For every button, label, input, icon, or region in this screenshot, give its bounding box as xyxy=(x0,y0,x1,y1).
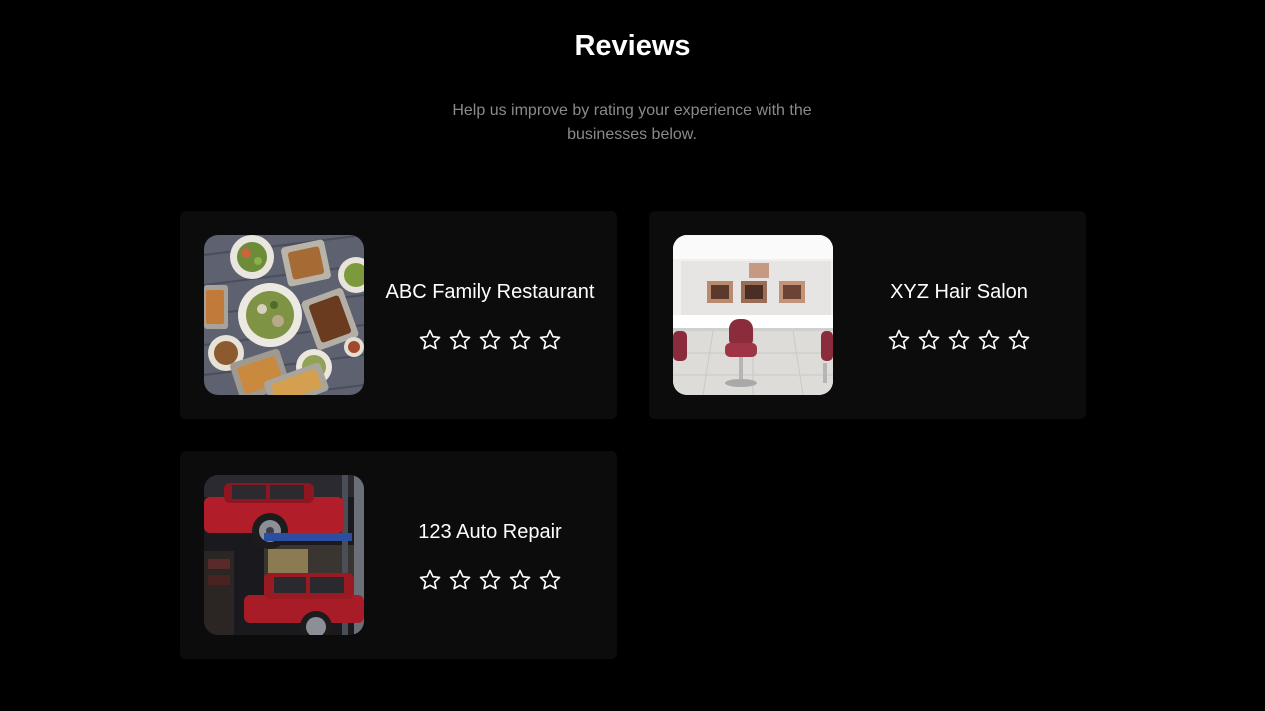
star-icon[interactable] xyxy=(448,568,472,592)
business-info: ABC Family Restaurant xyxy=(376,279,604,352)
page-subtitle: Help us improve by rating your experienc… xyxy=(452,102,812,143)
star-icon[interactable] xyxy=(448,328,472,352)
star-rating xyxy=(376,328,604,352)
star-icon[interactable] xyxy=(418,328,442,352)
star-icon[interactable] xyxy=(508,568,532,592)
restaurant-image xyxy=(204,235,364,395)
salon-image xyxy=(673,235,833,395)
business-card-auto-repair: 123 Auto Repair xyxy=(180,451,617,659)
star-icon[interactable] xyxy=(977,328,1001,352)
reviews-page: Reviews Help us improve by rating your e… xyxy=(0,0,1265,711)
hair-salon-photo-icon xyxy=(673,235,833,395)
business-name: ABC Family Restaurant xyxy=(385,281,595,303)
auto-repair-image xyxy=(204,475,364,635)
business-name: XYZ Hair Salon xyxy=(890,281,1028,303)
business-card-restaurant: ABC Family Restaurant xyxy=(180,211,617,419)
star-icon[interactable] xyxy=(947,328,971,352)
star-icon[interactable] xyxy=(418,568,442,592)
star-icon[interactable] xyxy=(538,328,562,352)
star-icon[interactable] xyxy=(478,568,502,592)
business-card-salon: XYZ Hair Salon xyxy=(649,211,1086,419)
star-icon[interactable] xyxy=(538,568,562,592)
star-rating xyxy=(845,328,1073,352)
auto-repair-photo-icon xyxy=(204,475,364,635)
star-icon[interactable] xyxy=(508,328,532,352)
business-info: XYZ Hair Salon xyxy=(845,279,1073,352)
business-info: 123 Auto Repair xyxy=(376,519,604,592)
star-icon[interactable] xyxy=(887,328,911,352)
star-icon[interactable] xyxy=(478,328,502,352)
star-icon[interactable] xyxy=(917,328,941,352)
star-icon[interactable] xyxy=(1007,328,1031,352)
restaurant-photo-icon xyxy=(204,235,364,395)
star-rating xyxy=(376,568,604,592)
business-name: 123 Auto Repair xyxy=(418,521,562,543)
page-title: Reviews xyxy=(574,30,691,62)
